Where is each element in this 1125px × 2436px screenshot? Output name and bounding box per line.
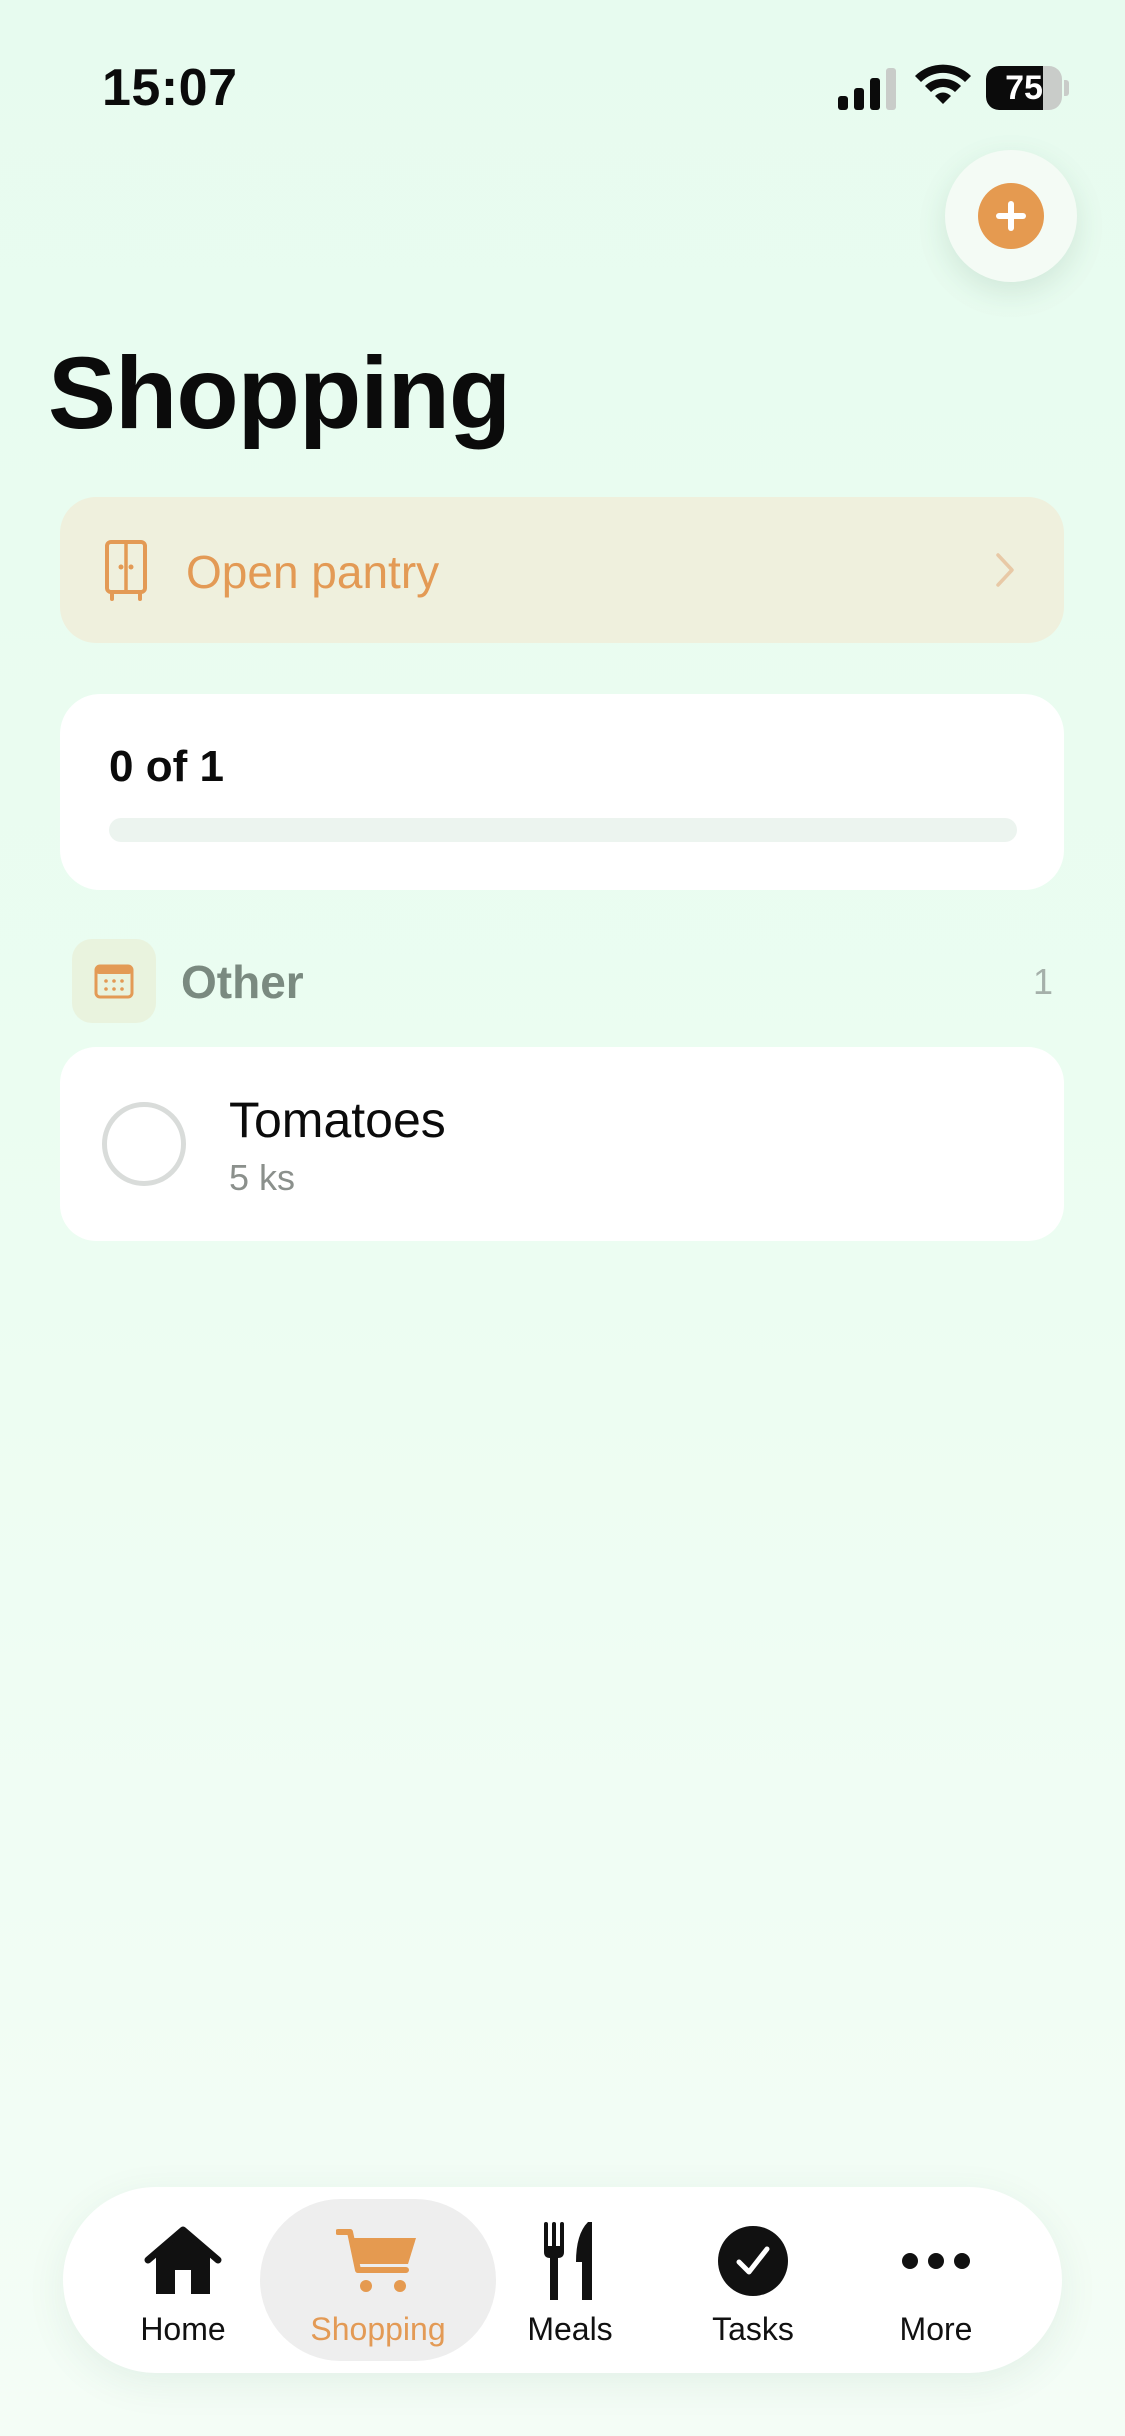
category-count: 1 [1032,961,1053,1002]
tab-more[interactable]: More [861,2199,1011,2361]
pantry-label: Open pantry [186,546,440,598]
plus-icon [978,183,1044,249]
tab-meals-label: Meals [527,2311,613,2347]
add-item-button[interactable] [945,150,1077,282]
item-quantity: 5 ks [229,1157,296,1198]
wifi-icon [915,64,971,104]
cellular-signal-icon [838,68,896,110]
category-header: Other 1 [72,939,1057,1023]
tab-home[interactable]: Home [108,2199,258,2361]
tab-shopping[interactable]: Shopping [260,2199,496,2361]
chevron-right-icon [996,553,1014,587]
calendar-icon [72,939,156,1023]
item-checkbox[interactable] [102,1102,186,1186]
progress-bar [109,818,1017,842]
battery-level: 75 [1005,69,1043,107]
ellipsis-icon [891,2221,981,2301]
fork-knife-icon [525,2221,615,2301]
tab-meals[interactable]: Meals [495,2199,645,2361]
list-item[interactable]: Tomatoes 5 ks [60,1047,1064,1241]
progress-card: 0 of 1 [60,694,1064,890]
tab-shopping-label: Shopping [310,2311,446,2347]
cabinet-icon [105,540,147,601]
tab-more-label: More [899,2311,973,2347]
home-icon [138,2221,228,2301]
status-time: 15:07 [102,59,238,117]
tab-tasks-label: Tasks [712,2311,794,2347]
cart-icon [333,2221,423,2301]
open-pantry-button[interactable]: Open pantry [60,497,1064,643]
page-title: Shopping [48,336,511,450]
tab-bar: Home Shopping Meals Tasks More [63,2187,1062,2373]
tab-home-label: Home [140,2311,226,2347]
tab-tasks[interactable]: Tasks [678,2199,828,2361]
status-bar: 15:07 75 [0,0,1125,150]
item-name: Tomatoes [229,1092,446,1148]
category-label: Other [181,956,304,1008]
battery-indicator: 75 [986,66,1069,110]
progress-text: 0 of 1 [109,742,224,791]
checkmark-circle-icon [708,2221,798,2301]
